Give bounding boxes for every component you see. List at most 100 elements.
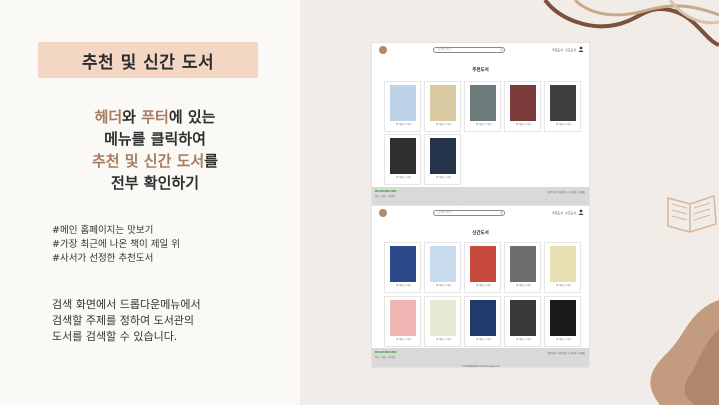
book-card[interactable]: 책 제목 / 저자 <box>504 242 541 293</box>
book-caption: 책 제목 / 저자 <box>395 338 412 341</box>
footer-info: 주소 · 대표 · 연락처 <box>375 195 395 198</box>
site-logo[interactable] <box>379 209 387 217</box>
corner-blob-decoration <box>650 300 719 405</box>
book-cover-image[interactable] <box>390 246 416 282</box>
footer-copyright: © BOOKBRAND All rights reserved <box>461 365 500 368</box>
book-cover-image[interactable] <box>470 300 496 336</box>
search-placeholder: 검색어 입력 <box>438 211 451 214</box>
book-cover-image[interactable] <box>550 246 576 282</box>
footer-links[interactable]: 이용약관 | 개인정보 | 저작권 | 이메일 <box>547 351 585 355</box>
hashtag-2: #가장 최근에 나온 책이 제일 위 <box>52 239 180 250</box>
user-icon[interactable] <box>578 209 584 215</box>
book-card[interactable]: 책 제목 / 저자 <box>384 134 421 185</box>
book-card[interactable]: 책 제목 / 저자 <box>504 296 541 347</box>
book-caption: 책 제목 / 저자 <box>555 338 572 341</box>
book-cover-image[interactable] <box>390 138 416 174</box>
new-section-title: 신간도서 <box>472 231 489 236</box>
book-cover-image[interactable] <box>550 300 576 336</box>
site-header: 검색어 입력 ⚲ 추천도서 신간도서 <box>372 206 589 220</box>
book-cover-image[interactable] <box>430 138 456 174</box>
highlight-text-1b: 와 <box>122 108 142 126</box>
user-icon[interactable] <box>578 46 584 52</box>
header-menu-new[interactable]: 신간도서 <box>565 211 576 215</box>
description-line-2: 검색할 주제를 정하여 도서관의 <box>52 314 195 327</box>
book-cover-image[interactable] <box>550 85 576 121</box>
new-books-page-screenshot: 검색어 입력 ⚲ 추천도서 신간도서 신간도서 책 제목 / 저자 책 제목 / 저… <box>371 205 590 368</box>
book-card[interactable]: 책 제목 / 저자 <box>424 242 461 293</box>
footer-logo[interactable]: BOOKBRAND <box>375 189 397 193</box>
site-header: 검색어 입력 ⚲ 추천도서 신간도서 <box>372 43 589 57</box>
highlight-accent-footer: 푸터 <box>141 108 169 126</box>
book-caption: 책 제목 / 저자 <box>515 338 532 341</box>
highlight-line-3: 추천 및 신간 도서를 <box>30 150 280 172</box>
book-cover-image[interactable] <box>470 85 496 121</box>
book-caption: 책 제목 / 저자 <box>395 176 412 179</box>
search-input[interactable]: 검색어 입력 ⚲ <box>433 47 505 53</box>
title-banner: 추천 및 신간 도서 <box>38 42 258 78</box>
recommend-page-screenshot: 검색어 입력 ⚲ 추천도서 신간도서 추천도서 책 제목 / 저자책 제목 / 저… <box>371 42 590 208</box>
book-card[interactable]: 책 제목 / 저자 <box>464 296 501 347</box>
footer-info: 주소 · 대표 · 연락처 <box>375 356 395 359</box>
description-line-3: 도서를 검색할 수 있습니다. <box>52 330 178 343</box>
book-caption: 책 제목 / 저자 <box>475 123 492 126</box>
highlight-line-1: 헤더와 푸터에 있는 <box>30 106 280 128</box>
header-menu-recommend[interactable]: 추천도서 <box>552 211 563 215</box>
book-cover-image[interactable] <box>430 300 456 336</box>
header-menu-recommend[interactable]: 추천도서 <box>552 48 563 52</box>
book-caption: 책 제목 / 저자 <box>475 338 492 341</box>
open-book-icon <box>667 194 717 233</box>
book-cover-image[interactable] <box>510 85 536 121</box>
book-caption: 책 제목 / 저자 <box>435 123 452 126</box>
hashtag-3: #사서가 선정한 추천도서 <box>52 253 154 264</box>
footer-links[interactable]: 이용약관 | 개인정보 | 저작권 | 이메일 <box>547 190 585 194</box>
book-card[interactable]: 책 제목 / 저자 <box>424 134 461 185</box>
book-caption: 책 제목 / 저자 <box>435 284 452 287</box>
book-caption: 책 제목 / 저자 <box>555 123 572 126</box>
book-cover-image[interactable] <box>390 85 416 121</box>
book-caption: 책 제목 / 저자 <box>395 284 412 287</box>
book-cover-image[interactable] <box>470 246 496 282</box>
book-card[interactable]: 책 제목 / 저자 <box>464 81 501 132</box>
description: 검색 화면에서 드롭다운메뉴에서 검색할 주제를 정하여 도서관의 도서를 검색… <box>52 297 201 345</box>
footer-logo[interactable]: BOOKBRAND <box>375 350 397 354</box>
book-card[interactable]: 책 제목 / 저자 <box>384 296 421 347</box>
book-card[interactable]: 책 제목 / 저자 <box>544 296 581 347</box>
book-caption: 책 제목 / 저자 <box>555 284 572 287</box>
book-card[interactable]: 책 제목 / 저자 <box>424 296 461 347</box>
site-footer: BOOKBRAND 주소 · 대표 · 연락처 이용약관 | 개인정보 | 저작… <box>372 348 589 368</box>
book-caption: 책 제목 / 저자 <box>435 176 452 179</box>
description-line-1: 검색 화면에서 드롭다운메뉴에서 <box>52 298 201 311</box>
highlight-text-1d: 에 있는 <box>168 108 216 126</box>
book-cover-image[interactable] <box>510 300 536 336</box>
highlight-text: 헤더와 푸터에 있는 메뉴를 클릭하여 추천 및 신간 도서를 전부 확인하기 <box>30 106 280 194</box>
highlight-text-3b: 를 <box>204 152 219 170</box>
book-cover-image[interactable] <box>430 246 456 282</box>
search-icon[interactable]: ⚲ <box>500 211 503 215</box>
book-card[interactable]: 책 제목 / 저자 <box>384 242 421 293</box>
page-title: 추천 및 신간 도서 <box>81 52 215 73</box>
book-card[interactable]: 책 제목 / 저자 <box>424 81 461 132</box>
book-card[interactable]: 책 제목 / 저자 <box>504 81 541 132</box>
highlight-accent-header: 헤더 <box>94 108 123 126</box>
book-cover-image[interactable] <box>430 85 456 121</box>
search-icon[interactable]: ⚲ <box>500 48 503 52</box>
recommend-section-title: 추천도서 <box>472 68 489 73</box>
book-caption: 책 제목 / 저자 <box>475 284 492 287</box>
book-caption: 책 제목 / 저자 <box>515 284 532 287</box>
book-card[interactable]: 책 제목 / 저자 <box>464 242 501 293</box>
search-input[interactable]: 검색어 입력 ⚲ <box>433 210 505 216</box>
book-cover-image[interactable] <box>390 300 416 336</box>
highlight-accent-books: 추천 및 신간 도서 <box>91 152 205 170</box>
book-caption: 책 제목 / 저자 <box>515 123 532 126</box>
book-card[interactable]: 책 제목 / 저자 <box>544 81 581 132</box>
book-cover-image[interactable] <box>510 246 536 282</box>
site-logo[interactable] <box>379 46 387 54</box>
hashtag-list: #메인 홈페이지는 맛보기 #가장 최근에 나온 책이 제일 위 #사서가 선정… <box>52 224 180 266</box>
book-caption: 책 제목 / 저자 <box>395 123 412 126</box>
book-card[interactable]: 책 제목 / 저자 <box>544 242 581 293</box>
highlight-line-2: 메뉴를 클릭하여 <box>104 130 206 148</box>
hashtag-1: #메인 홈페이지는 맛보기 <box>52 225 154 236</box>
header-menu-new[interactable]: 신간도서 <box>565 48 576 52</box>
highlight-line-4: 전부 확인하기 <box>110 174 200 192</box>
book-card[interactable]: 책 제목 / 저자 <box>384 81 421 132</box>
